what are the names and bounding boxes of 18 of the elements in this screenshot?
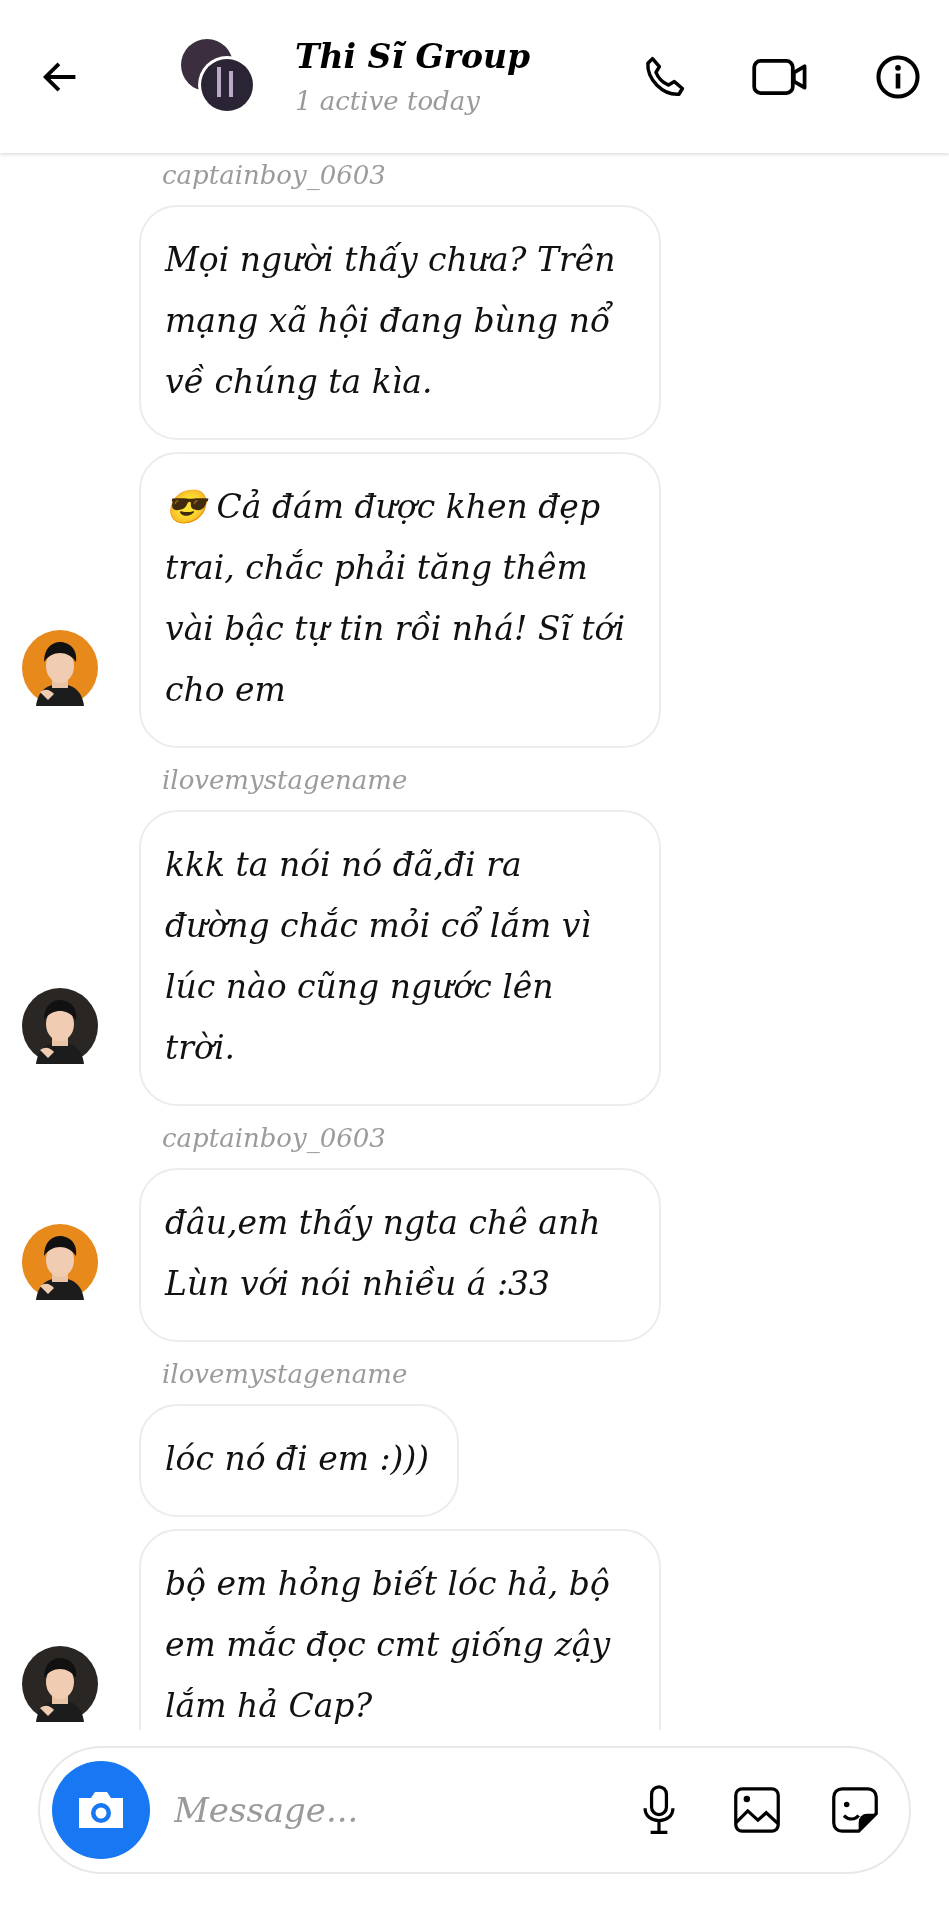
sender-name: ilovemystagename [162,764,409,797]
message-bubble: 😎 Cả đám được khen đẹp trai, chắc phải tăng thêm vài bậc tự tin rồi nhá! Sĩ tới cho em [139,452,661,748]
message-bubble: Mọi người thấy chưa? Trên mạng xã hội đang bùng nổ về chúng ta kìa. [139,205,661,440]
image-icon[interactable] [733,1784,781,1836]
message-input[interactable]: Message... [172,1789,585,1831]
sticker-icon[interactable] [831,1784,879,1836]
sender-name: captainboy_0603 [162,159,387,192]
message-bubble: bộ em hỏng biết lóc hả, bộ em mắc đọc cmt giống zậy lắm hả Cap? [139,1529,661,1730]
message-bubble: kkk ta nói nó đã,đi ra đường chắc mỏi cổ lắm vì lúc nào cũng ngước lên trời. [139,810,661,1106]
sender-name: captainboy_0603 [162,1122,387,1155]
chat-title: Thi Sĩ Group [295,37,532,76]
message-bubble: đâu,em thấy ngta chê anh Lùn với nói nhiều á :33 [139,1168,661,1342]
message-bubble: lóc nó đi em :))) [139,1404,460,1517]
info-icon[interactable] [875,53,921,100]
message-composer[interactable]: Message... [38,1746,911,1874]
active-status: 1 active today [295,86,481,116]
camera-button[interactable] [52,1761,150,1859]
sender-name: ilovemystagename [162,1358,409,1391]
